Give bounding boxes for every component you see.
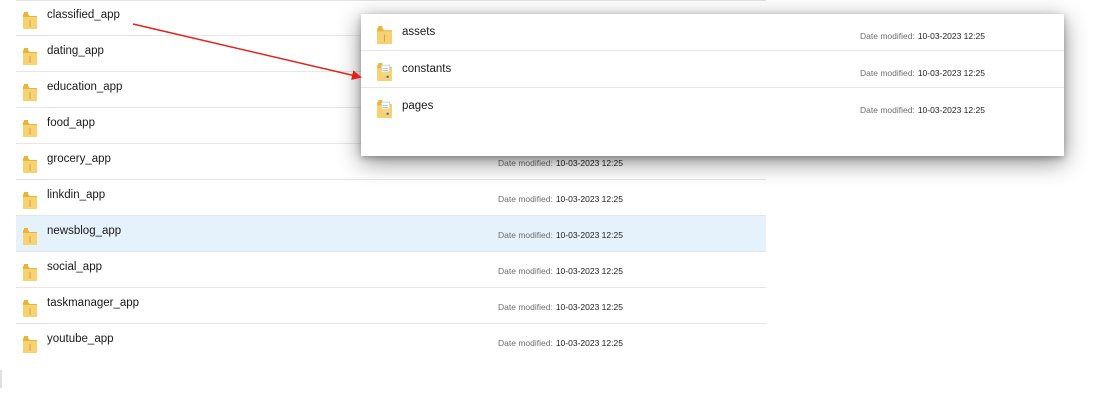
folder-with-document-icon	[376, 99, 393, 119]
folder-row-linkdin-app[interactable]: linkdin_app Date modified: 10-03-2023 12:2…	[16, 180, 766, 216]
folder-name: newsblog_app	[47, 225, 122, 237]
date-modified: Date modified: 10-03-2023 12:25	[860, 31, 985, 41]
date-modified-value: 10-03-2023 12:25	[555, 266, 623, 276]
date-modified: Date modified: 10-03-2023 12:25	[498, 338, 623, 348]
date-modified: Date modified: 10-03-2023 12:25	[498, 266, 623, 276]
date-modified-value: 10-03-2023 12:25	[917, 105, 985, 115]
folder-icon	[22, 119, 38, 138]
folder-icon	[22, 155, 38, 174]
subfolder-name: pages	[402, 100, 434, 112]
date-modified: Date modified: 10-03-2023 12:25	[498, 302, 623, 312]
date-modified-value: 10-03-2023 12:25	[555, 194, 623, 204]
folder-icon	[22, 11, 38, 30]
subfolder-row-constants[interactable]: constants Date modified: 10-03-2023 12:25	[361, 51, 1064, 88]
date-modified-value: 10-03-2023 12:25	[917, 68, 985, 78]
folder-icon	[22, 335, 38, 354]
folder-name: youtube_app	[47, 333, 114, 345]
folder-name: education_app	[47, 81, 123, 93]
folder-name: taskmanager_app	[47, 297, 140, 309]
folder-row-youtube-app[interactable]: youtube_app Date modified: 10-03-2023 12:2…	[16, 324, 766, 360]
folder-icon	[22, 263, 38, 282]
left-edge-fragment	[0, 370, 2, 388]
date-modified-label: Date modified:	[498, 230, 553, 240]
date-modified-value: 10-03-2023 12:25	[555, 338, 623, 348]
date-modified: Date modified: 10-03-2023 12:25	[498, 158, 623, 168]
date-modified-label: Date modified:	[498, 158, 553, 168]
folder-row-newsblog-app[interactable]: newsblog_app Date modified: 10-03-2023 12:…	[16, 216, 766, 252]
date-modified-value: 10-03-2023 12:25	[555, 230, 623, 240]
folder-name: linkdin_app	[47, 189, 106, 201]
date-modified-label: Date modified:	[498, 266, 553, 276]
folder-name: social_app	[47, 261, 102, 273]
subfolder-name: assets	[402, 26, 436, 38]
date-modified-label: Date modified:	[498, 194, 553, 204]
date-modified-label: Date modified:	[860, 31, 915, 41]
folder-name: dating_app	[47, 45, 104, 57]
folder-name: grocery_app	[47, 153, 111, 165]
date-modified-label: Date modified:	[860, 105, 915, 115]
subfolder-row-pages[interactable]: pages Date modified: 10-03-2023 12:25	[361, 88, 1064, 125]
folder-icon	[22, 83, 38, 102]
date-modified-label: Date modified:	[498, 302, 553, 312]
folder-icon	[376, 25, 393, 45]
date-modified-value: 10-03-2023 12:25	[917, 31, 985, 41]
folder-name: classified_app	[47, 9, 120, 21]
date-modified-value: 10-03-2023 12:25	[555, 302, 623, 312]
date-modified: Date modified: 10-03-2023 12:25	[498, 230, 623, 240]
date-modified: Date modified: 10-03-2023 12:25	[860, 68, 985, 78]
folder-row-taskmanager-app[interactable]: taskmanager_app Date modified: 10-03-2023 …	[16, 288, 766, 324]
folder-icon	[22, 191, 38, 210]
folder-icon	[22, 47, 38, 66]
subfolder-name: constants	[402, 63, 452, 75]
folder-row-social-app[interactable]: social_app Date modified: 10-03-2023 12:25	[16, 252, 766, 288]
folder-icon	[22, 299, 38, 318]
subfolder-preview-panel: assets Date modified: 10-03-2023 12:25 cons…	[361, 14, 1064, 156]
folder-with-document-icon	[376, 62, 393, 82]
folder-name: food_app	[47, 117, 95, 129]
date-modified: Date modified: 10-03-2023 12:25	[498, 194, 623, 204]
subfolder-row-assets[interactable]: assets Date modified: 10-03-2023 12:25	[361, 14, 1064, 51]
date-modified: Date modified: 10-03-2023 12:25	[860, 105, 985, 115]
date-modified-label: Date modified:	[498, 338, 553, 348]
date-modified-value: 10-03-2023 12:25	[555, 158, 623, 168]
folder-icon	[22, 227, 38, 246]
date-modified-label: Date modified:	[860, 68, 915, 78]
